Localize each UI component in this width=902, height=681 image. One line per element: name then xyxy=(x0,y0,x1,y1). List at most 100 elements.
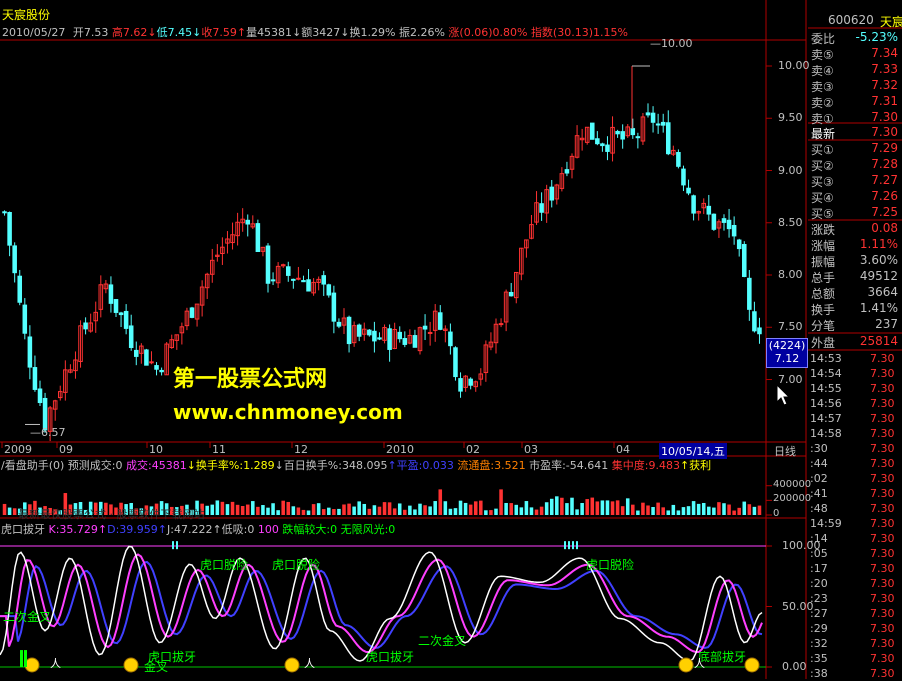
volume-bar xyxy=(387,502,392,515)
candle-body xyxy=(711,213,717,230)
price-marker-box: (4224) 7.12 xyxy=(766,338,808,368)
candle-body xyxy=(331,292,337,322)
latest-row: 最新 7.30 xyxy=(811,125,898,141)
signal-bar xyxy=(20,650,23,667)
volume-bar xyxy=(707,506,711,515)
volume-bar xyxy=(575,509,579,515)
candle-body xyxy=(372,330,377,342)
tick-row: :02 7.30 xyxy=(808,472,898,486)
volume-bar xyxy=(220,501,225,515)
smiley-icon xyxy=(744,657,760,673)
candle-body xyxy=(437,312,443,330)
row-value: 49512 xyxy=(859,269,898,283)
tick-row: 14:58 7.30 xyxy=(808,427,898,441)
volume-bar xyxy=(12,508,17,515)
volume-bar xyxy=(251,501,255,515)
candle-body xyxy=(245,219,251,225)
row-value: 7.28 xyxy=(871,157,898,171)
high-price-annotation: —10.00 xyxy=(650,37,693,50)
tick-row: :27 7.30 xyxy=(808,607,898,621)
tick-time: :17 xyxy=(810,562,828,575)
volume-bar xyxy=(666,510,671,515)
tick-row: :29 7.30 xyxy=(808,622,898,636)
stock-code: 600620 xyxy=(828,13,874,27)
candle-body xyxy=(630,128,636,136)
tick-time: :32 xyxy=(810,637,828,650)
indicator-title-part: K:35.729↑ xyxy=(45,523,108,536)
volume-bar xyxy=(600,500,605,515)
tick-price: 7.30 xyxy=(870,637,895,650)
candle-body xyxy=(549,186,555,201)
indicator-title-part: 低吸:0 xyxy=(221,523,258,536)
row-label: 卖④ xyxy=(811,64,834,78)
tick-time: :30 xyxy=(810,442,828,455)
volume-bar xyxy=(514,504,519,515)
watermark-url: www.chnmoney.com xyxy=(173,400,403,424)
volume-bar xyxy=(565,503,569,515)
volume-bar xyxy=(291,506,296,515)
volume-bar xyxy=(301,509,306,515)
volume-bar xyxy=(722,503,726,515)
volume-bar xyxy=(367,508,372,515)
volume-bar xyxy=(570,497,574,515)
volume-bar xyxy=(585,499,589,515)
candle-body xyxy=(22,304,28,334)
tick-time: :38 xyxy=(810,667,828,680)
tick-price: 7.30 xyxy=(870,577,895,590)
tick-row: :17 7.30 xyxy=(808,562,898,576)
volume-bar xyxy=(646,505,650,515)
tick-time: 14:54 xyxy=(810,367,842,380)
volume-bar xyxy=(240,506,245,515)
candle-body xyxy=(301,280,306,283)
row-label: 买① xyxy=(811,143,834,157)
volume-bar xyxy=(686,506,691,515)
price-label: 8.00 xyxy=(778,268,803,281)
volume-bar xyxy=(691,501,696,515)
volume-bar xyxy=(256,506,260,515)
tick-row: :32 7.30 xyxy=(808,637,898,651)
volume-title-part: /看盘助手(0) xyxy=(1,459,65,472)
volume-bar xyxy=(544,502,549,515)
candle-body xyxy=(285,266,291,276)
price-label: 10.00 xyxy=(778,58,810,72)
tick-time: :14 xyxy=(810,532,828,545)
volume-bar xyxy=(225,504,230,515)
candle-body xyxy=(154,365,159,370)
indicator-annotation: 虎口脱险 xyxy=(586,558,635,572)
stat-row: 总额 3664 xyxy=(808,285,900,301)
candle-body xyxy=(757,327,762,335)
volume-bar xyxy=(392,508,397,515)
tick-price: 7.30 xyxy=(870,622,895,635)
candle-body xyxy=(645,112,651,116)
tick-time: :41 xyxy=(810,487,828,500)
candle-body xyxy=(412,335,418,348)
row-value: 1.41% xyxy=(859,301,898,315)
volume-bar xyxy=(641,502,645,515)
candle-body xyxy=(741,244,747,277)
volume-bar xyxy=(342,504,346,515)
tick-row: 14:56 7.30 xyxy=(808,397,898,411)
candle-body xyxy=(108,284,114,304)
row-value: 7.27 xyxy=(871,173,898,187)
candle-body xyxy=(600,143,605,147)
tick-price: 7.30 xyxy=(870,397,895,410)
row-value: 7.31 xyxy=(871,94,898,108)
volume-bar xyxy=(529,507,534,515)
indicator-title: 虎口拔牙 K:35.729↑D:39.959↑J:47.222↑低吸:0 100… xyxy=(1,521,395,537)
tick-row: 14:53 7.30 xyxy=(808,352,898,366)
volume-title-part: 预测成交:0 xyxy=(64,459,126,472)
price-marker-price: 7.12 xyxy=(774,352,800,365)
row-value: 1.11% xyxy=(859,237,898,251)
volume-bar xyxy=(737,507,741,515)
volume-bar xyxy=(727,504,731,515)
candle-body xyxy=(660,121,666,126)
volume-bar xyxy=(276,510,280,515)
volume-bar xyxy=(423,505,427,515)
tick-price: 7.30 xyxy=(870,382,895,395)
volume-bar xyxy=(509,503,513,515)
row-label: 买④ xyxy=(811,191,834,205)
candle-body xyxy=(676,151,681,167)
candle-body xyxy=(726,219,732,230)
volume-bar xyxy=(605,500,610,515)
volume-bar xyxy=(499,489,503,515)
